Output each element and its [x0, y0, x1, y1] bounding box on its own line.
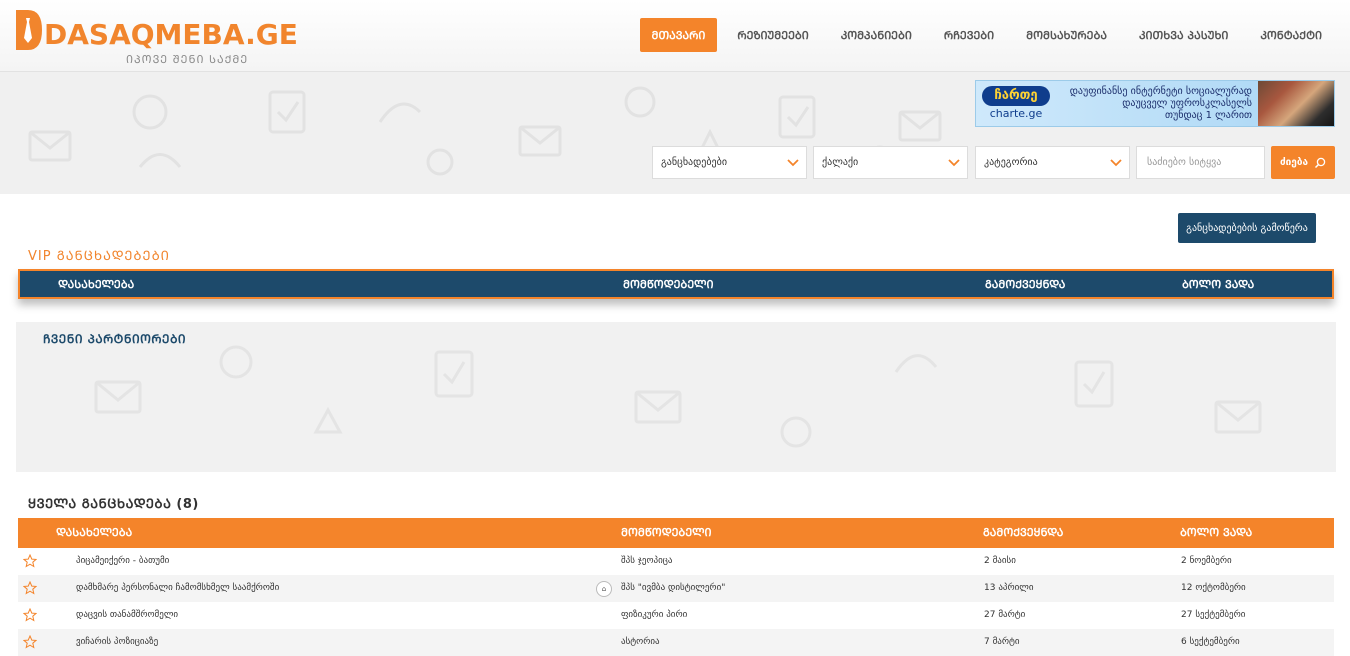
- category-select-value: კატეგორია: [984, 157, 1038, 168]
- listing-published: 2 მაისი: [984, 556, 1016, 566]
- listings-table-body: პიცამეიქერი - ბათუმი შპს ჯეოპიცა 2 მაისი…: [18, 548, 1334, 656]
- listing-deadline: 12 ოქტომბერი: [1181, 583, 1246, 593]
- table-row[interactable]: დაცვის თანამშრომელი ფიზიკური პირი 27 მარ…: [18, 602, 1334, 629]
- listing-company[interactable]: შპს ჯეოპიცა: [621, 548, 672, 575]
- search-icon: [1314, 157, 1326, 168]
- site-header: DASAQMEBA.GE ᲘᲞᲝᲕᲔ ᲨᲔᲜᲘ ᲡᲐᲥᲛᲔ ᲛᲗᲐᲕᲐᲠᲘ ᲠᲔ…: [0, 0, 1350, 72]
- table-row[interactable]: დამხმარე პერსონალი ჩამომსხმელ საამქროში …: [18, 575, 1334, 602]
- company-logo-icon[interactable]: ⌂: [596, 581, 612, 597]
- chevron-down-icon: [948, 159, 960, 167]
- column-header-published[interactable]: ᲒᲐᲛᲝᲥᲕᲔᲧᲜᲓᲐ: [983, 518, 1063, 548]
- vip-table-header: ᲓᲐᲡᲐᲮᲔᲚᲔᲑᲐ ᲛᲝᲛᲬᲝᲓᲔᲑᲔᲚᲘ ᲒᲐᲛᲝᲥᲕᲔᲧᲜᲓᲐ ᲑᲝᲚᲝ …: [18, 269, 1334, 299]
- table-row[interactable]: პიცამეიქერი - ბათუმი შპს ჯეოპიცა 2 მაისი…: [18, 548, 1334, 575]
- banner-line: დაუცველ უფროსკლასელს: [1122, 98, 1252, 109]
- listing-company[interactable]: შპს "ივმბა დისტილერი": [621, 575, 725, 602]
- search-hero: ჩართე charte.ge დაუფინანსე ინტერნეტი სოც…: [0, 72, 1350, 194]
- type-select-value: განცხადებები: [661, 157, 727, 168]
- partners-section: ᲩᲕᲔᲜᲘ ᲞᲐᲠᲢᲜᲘᲝᲠᲔᲑᲘ: [16, 322, 1336, 472]
- column-header-title[interactable]: ᲓᲐᲡᲐᲮᲔᲚᲔᲑᲐ: [58, 271, 134, 299]
- column-header-deadline[interactable]: ᲑᲝᲚᲝ ᲕᲐᲓᲐ: [1182, 271, 1254, 299]
- column-header-title[interactable]: ᲓᲐᲡᲐᲮᲔᲚᲔᲑᲐ: [56, 518, 132, 548]
- listing-deadline: 27 სექტემბერი: [1181, 610, 1246, 620]
- listing-published: 13 აპრილი: [984, 583, 1034, 593]
- site-logo[interactable]: DASAQMEBA.GE ᲘᲞᲝᲕᲔ ᲨᲔᲜᲘ ᲡᲐᲥᲛᲔ: [16, 6, 298, 66]
- listing-title[interactable]: ვიჩარის პოზიციაზე: [76, 629, 158, 656]
- search-button[interactable]: ძიება: [1271, 146, 1335, 179]
- type-select[interactable]: განცხადებები: [652, 146, 807, 179]
- all-listings-title: ᲧᲕᲔᲚᲐ ᲒᲐᲜᲪᲮᲐᲓᲔᲑᲐ (8): [28, 497, 199, 512]
- listing-title[interactable]: პიცამეიქერი - ბათუმი: [76, 548, 169, 575]
- charte-url: charte.ge: [989, 107, 1043, 120]
- chevron-down-icon: [1110, 159, 1122, 167]
- listing-company[interactable]: ფიზიკური პირი: [621, 602, 687, 629]
- listing-title[interactable]: დაცვის თანამშრომელი: [76, 602, 178, 629]
- logo-d-tie-icon: [16, 10, 42, 50]
- main-nav: ᲛᲗᲐᲕᲐᲠᲘ ᲠᲔᲖᲘᲣᲛᲔᲔᲑᲘ ᲙᲝᲛᲞᲐᲜᲘᲔᲑᲘ ᲠᲩᲔᲕᲔᲑᲘ ᲛᲝ…: [632, 18, 1335, 52]
- column-header-company[interactable]: ᲛᲝᲛᲬᲝᲓᲔᲑᲔᲚᲘ: [623, 271, 714, 299]
- column-header-company[interactable]: ᲛᲝᲛᲬᲝᲓᲔᲑᲔᲚᲘ: [621, 518, 712, 548]
- city-select-value: ქალაქი: [822, 157, 859, 168]
- partners-title: ᲩᲕᲔᲜᲘ ᲞᲐᲠᲢᲜᲘᲝᲠᲔᲑᲘ: [43, 332, 187, 346]
- nav-home[interactable]: ᲛᲗᲐᲕᲐᲠᲘ: [639, 18, 718, 52]
- nav-resumes[interactable]: ᲠᲔᲖᲘᲣᲛᲔᲔᲑᲘ: [725, 18, 820, 52]
- banner-text: დაუფინანსე ინტერნეტი სოციალურად დაუცველ …: [1056, 86, 1252, 122]
- listing-published: 7 მარტი: [984, 637, 1020, 647]
- nav-contact[interactable]: ᲙᲝᲜᲢᲐᲥᲢᲘ: [1248, 18, 1334, 52]
- vip-section-title: VIP ᲒᲐᲜᲪᲮᲐᲓᲔᲑᲔᲑᲘ: [28, 249, 170, 264]
- listing-company[interactable]: ასტორია: [621, 629, 660, 656]
- listing-deadline: 2 ნოემბერი: [1181, 556, 1232, 566]
- star-icon[interactable]: [23, 554, 37, 568]
- banner-line: დაუფინანსე ინტერნეტი სოციალურად: [1069, 86, 1252, 97]
- nav-faq[interactable]: ᲙᲘᲗᲮᲕᲐ ᲞᲐᲡᲣᲮᲘ: [1127, 18, 1240, 52]
- nav-tips[interactable]: ᲠᲩᲔᲕᲔᲑᲘ: [932, 18, 1006, 52]
- column-header-published[interactable]: ᲒᲐᲛᲝᲥᲕᲔᲧᲜᲓᲐ: [985, 271, 1065, 299]
- listings-table-header: ᲓᲐᲡᲐᲮᲔᲚᲔᲑᲐ ᲛᲝᲛᲬᲝᲓᲔᲑᲔᲚᲘ ᲒᲐᲛᲝᲥᲕᲔᲧᲜᲓᲐ ᲑᲝᲚᲝ …: [18, 518, 1334, 548]
- logo-text: DASAQMEBA.GE: [44, 18, 298, 51]
- background-pattern: [94, 345, 1262, 448]
- search-button-label: ძიება: [1279, 157, 1309, 168]
- listing-deadline: 6 სექტემბერი: [1181, 637, 1240, 647]
- table-row[interactable]: ვიჩარის პოზიციაზე ასტორია 7 მარტი 6 სექტ…: [18, 629, 1334, 656]
- nav-services[interactable]: ᲛᲝᲛᲡᲐᲮᲣᲠᲔᲑᲐ: [1014, 18, 1119, 52]
- charte-logo: ჩართე charte.ge: [982, 86, 1050, 122]
- column-header-deadline[interactable]: ᲑᲝᲚᲝ ᲕᲐᲓᲐ: [1180, 518, 1252, 548]
- nav-companies[interactable]: ᲙᲝᲛᲞᲐᲜᲘᲔᲑᲘ: [829, 18, 924, 52]
- banner-line: თუნდაც 1 ლარით: [1164, 110, 1252, 121]
- subscribe-listings-button[interactable]: განცხადებების გამოწერა: [1178, 213, 1316, 243]
- banner-photo: [1258, 81, 1334, 126]
- star-icon[interactable]: [23, 581, 37, 595]
- keyword-input[interactable]: საძიებო სიტყვა: [1136, 146, 1265, 179]
- listing-published: 27 მარტი: [984, 610, 1026, 620]
- listing-title[interactable]: დამხმარე პერსონალი ჩამომსხმელ საამქროში: [76, 575, 279, 602]
- chevron-down-icon: [787, 159, 799, 167]
- keyword-placeholder: საძიებო სიტყვა: [1147, 157, 1222, 168]
- charte-brand: ჩართე: [982, 86, 1050, 106]
- star-icon[interactable]: [23, 635, 37, 649]
- charte-banner[interactable]: ჩართე charte.ge დაუფინანსე ინტერნეტი სოც…: [975, 80, 1335, 127]
- logo-tagline: ᲘᲞᲝᲕᲔ ᲨᲔᲜᲘ ᲡᲐᲥᲛᲔ: [126, 53, 249, 66]
- category-select[interactable]: კატეგორია: [975, 146, 1130, 179]
- city-select[interactable]: ქალაქი: [813, 146, 968, 179]
- star-icon[interactable]: [23, 608, 37, 622]
